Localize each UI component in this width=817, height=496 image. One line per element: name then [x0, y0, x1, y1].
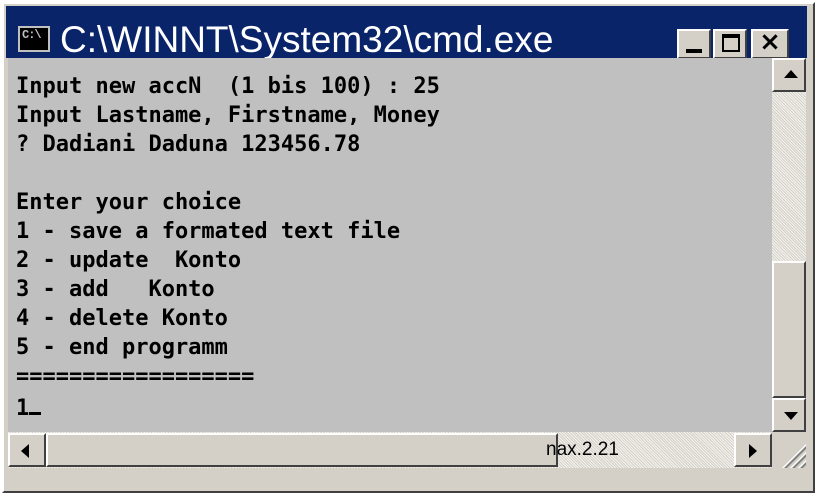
- scroll-down-button[interactable]: [772, 398, 806, 432]
- console-line: 4 - delete Konto: [16, 306, 228, 331]
- console-line: 5 - end programm: [16, 335, 228, 360]
- vertical-scrollbar[interactable]: [772, 58, 806, 432]
- console-line: 2 - update Konto: [16, 248, 242, 273]
- console-line: ? Dadiani Daduna 123456.78: [16, 132, 361, 157]
- console-line: Input Lastname, Firstname, Money: [16, 103, 440, 128]
- arrow-down-icon: [784, 412, 798, 420]
- horizontal-scroll-thumb[interactable]: [46, 433, 558, 467]
- vertical-scroll-thumb[interactable]: [772, 261, 806, 398]
- text-cursor: [29, 412, 42, 415]
- console-line: Input new accN (1 bis 100) : 25: [16, 74, 440, 99]
- scroll-right-button[interactable]: [734, 433, 772, 467]
- console-output[interactable]: Input new accN (1 bis 100) : 25 Input La…: [8, 58, 772, 432]
- console-line: Enter your choice: [16, 190, 242, 215]
- console-input-text: 1: [16, 396, 30, 421]
- arrow-left-icon: [21, 444, 29, 458]
- horizontal-scrollbar[interactable]: nax.2.21: [8, 432, 772, 468]
- console-line: ==================: [16, 364, 255, 389]
- console-icon[interactable]: C:\: [18, 26, 50, 52]
- close-button[interactable]: ×: [751, 27, 789, 59]
- scrollbar-caption: nax.2.21: [546, 439, 619, 460]
- title-bar[interactable]: C:\ C:\WINNT\System32\cmd.exe ×: [6, 6, 807, 60]
- console-line: 3 - add Konto: [16, 277, 215, 302]
- console-line: 1 - save a formated text file: [16, 219, 401, 244]
- maximize-icon: [722, 34, 740, 52]
- window-title: C:\WINNT\System32\cmd.exe: [60, 19, 554, 60]
- close-icon: ×: [759, 27, 781, 57]
- arrow-up-icon: [784, 70, 798, 78]
- scroll-up-button[interactable]: [772, 58, 806, 92]
- minimize-icon: [686, 49, 702, 53]
- console-input-line[interactable]: 1: [16, 394, 42, 423]
- console-icon-label: C:\: [22, 28, 42, 42]
- minimize-button[interactable]: [677, 29, 711, 59]
- resize-grip-icon[interactable]: [772, 432, 806, 468]
- arrow-right-icon: [749, 444, 757, 458]
- scroll-left-button[interactable]: [8, 433, 46, 467]
- maximize-button[interactable]: [713, 29, 747, 59]
